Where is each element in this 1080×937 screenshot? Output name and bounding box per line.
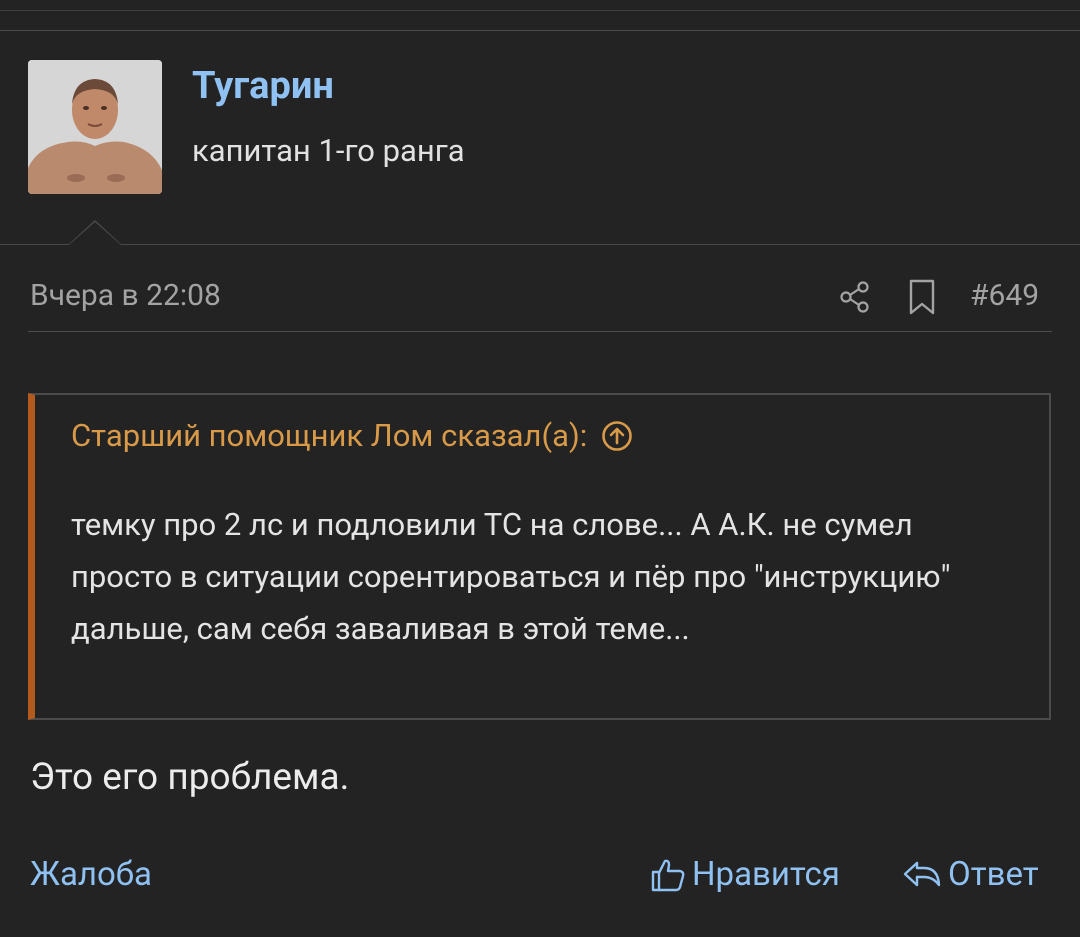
avatar-image <box>28 60 162 194</box>
bookmark-icon[interactable] <box>907 279 937 315</box>
post-number[interactable]: #649 <box>970 278 1039 313</box>
speech-pointer-inner <box>69 222 121 245</box>
arrow-up-circle-icon[interactable] <box>601 420 633 452</box>
thumbs-up-icon <box>651 859 685 891</box>
quote-text: темку про 2 лс и подловили ТС на слове..… <box>71 506 951 647</box>
author-title: капитан 1-го ранга <box>192 132 465 169</box>
author-name[interactable]: Тугарин <box>192 64 334 108</box>
like-label: Нравится <box>692 855 840 894</box>
reply-button[interactable]: Ответ <box>902 855 1039 894</box>
report-link[interactable]: Жалоба <box>30 855 152 894</box>
avatar[interactable] <box>28 60 162 194</box>
reply-icon <box>903 861 941 886</box>
like-button[interactable]: Нравится <box>650 855 840 894</box>
share-icon[interactable] <box>838 280 872 314</box>
quote-block: Старший помощник Лом сказал(а): темку пр… <box>28 393 1051 720</box>
meta-divider <box>28 331 1052 332</box>
top-divider <box>0 10 1080 11</box>
post-message: Это его проблема. <box>30 756 350 799</box>
post-top-border <box>0 30 1080 31</box>
quote-header[interactable]: Старший помощник Лом сказал(а): <box>71 417 633 454</box>
quote-author[interactable]: Старший помощник Лом сказал(а): <box>71 417 587 454</box>
header-divider <box>0 244 1080 245</box>
reply-label: Ответ <box>948 855 1039 894</box>
post-date[interactable]: Вчера в 22:08 <box>30 278 221 313</box>
